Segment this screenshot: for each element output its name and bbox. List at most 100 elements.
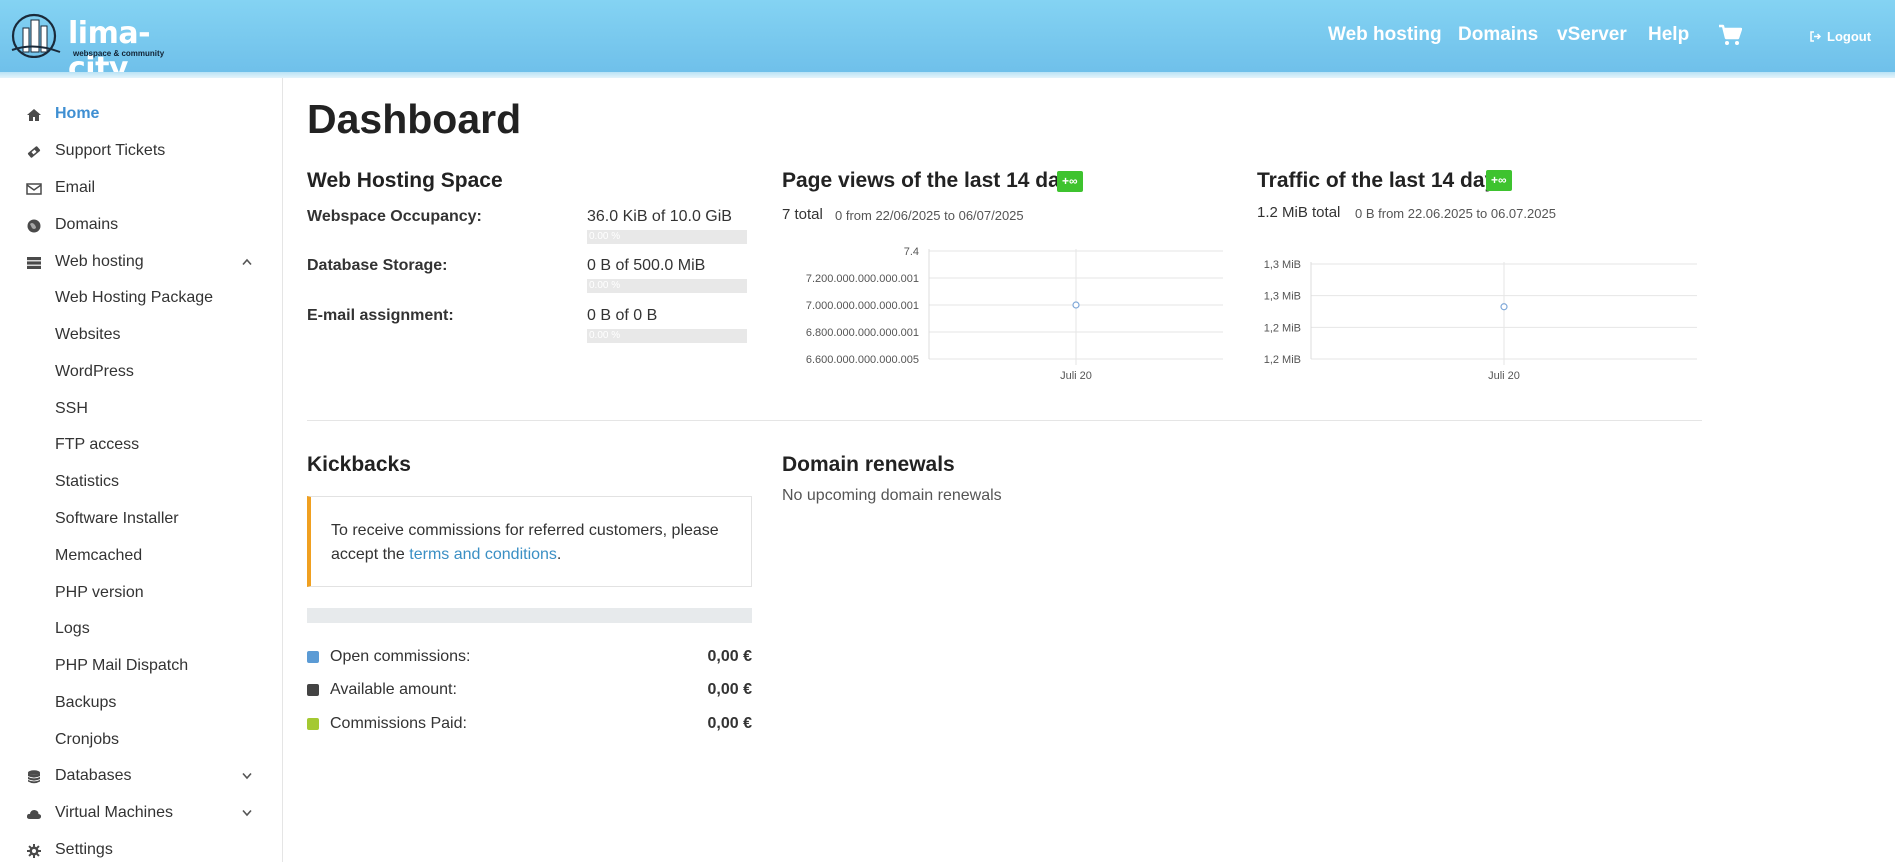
page-views-range: 0 from 22/06/2025 to 06/07/2025	[835, 208, 1024, 223]
page-views-chart-data-point[interactable]	[1072, 301, 1080, 309]
available-amount-row: Available amount: 0,00 €	[307, 679, 752, 703]
sidebar-subitem-logs[interactable]: Logs	[0, 614, 282, 644]
open-commissions-swatch	[307, 651, 319, 663]
logout-button[interactable]: Logout	[1810, 29, 1871, 44]
sidebar-subitem-ftp-access[interactable]: FTP access	[0, 430, 282, 460]
logo-subtitle: webspace & community	[73, 49, 165, 58]
nav-domains[interactable]: Domains	[1458, 24, 1538, 46]
top-header: lima-city webspace & community Web hosti…	[0, 0, 1895, 86]
sidebar-item-label: Virtual Machines	[55, 804, 173, 821]
email-progress-bar: 0.00 %	[587, 329, 747, 343]
email-progress-text: 0.00 %	[589, 330, 621, 341]
page-views-chart-ytick-label: 7.4	[904, 246, 919, 258]
open-commissions-value: 0,00 €	[707, 648, 752, 665]
sidebar-item-virtual-machines[interactable]: Virtual Machines	[0, 797, 282, 829]
sidebar-subitem-wordpress[interactable]: WordPress	[0, 357, 282, 387]
section-divider	[307, 420, 1702, 421]
open-commissions-row: Open commissions: 0,00 €	[307, 646, 752, 670]
page-views-chart: 7.4 7.200.000.000.000.001 7.000.000.000.00…	[806, 246, 1223, 382]
available-amount-swatch	[307, 684, 319, 696]
database-progress-bar: 0.00 %	[587, 279, 747, 293]
sidebar-item-databases[interactable]: Databases	[0, 760, 282, 792]
traffic-chart: 1,3 MiB 1,3 MiB 1,2 MiB 1,2 MiB Juli 20	[1264, 259, 1697, 382]
kickbacks-notice: To receive commissions for referred cust…	[307, 496, 752, 587]
sidebar-item-home[interactable]: Home	[0, 98, 282, 130]
sidebar-item-label: Databases	[55, 767, 132, 784]
ticket-icon	[27, 146, 41, 158]
logo[interactable]: lima-city webspace & community	[10, 12, 180, 86]
sidebar-item-settings[interactable]: Settings	[0, 834, 282, 862]
sidebar-item-label: Home	[55, 105, 100, 122]
available-amount-label: Available amount:	[330, 681, 457, 698]
traffic-total: 1.2 MiB total	[1257, 204, 1341, 221]
cloud-icon	[26, 810, 42, 819]
traffic-change-badge: +∞	[1486, 170, 1512, 191]
logout-icon	[1810, 31, 1821, 42]
sidebar-subitem-websites[interactable]: Websites	[0, 320, 282, 350]
email-assignment-value: 0 B of 0 B	[587, 307, 658, 324]
cart-icon[interactable]	[1718, 24, 1742, 46]
page-views-chart-ytick-label: 7.000.000.000.000.001	[806, 300, 919, 312]
sidebar-subitem-cronjobs[interactable]: Cronjobs	[0, 725, 282, 755]
globe-icon	[27, 219, 41, 233]
traffic-chart-ytick-label: 1,2 MiB	[1264, 322, 1301, 334]
email-assignment-label: E-mail assignment:	[307, 307, 454, 324]
page-views-change-badge: +∞	[1057, 171, 1083, 192]
commissions-bar	[307, 608, 752, 623]
nav-web-hosting[interactable]: Web hosting	[1328, 24, 1442, 46]
sidebar-item-support-tickets[interactable]: Support Tickets	[0, 135, 282, 167]
header-stripe	[0, 72, 1895, 78]
chevron-up-icon[interactable]	[242, 258, 252, 266]
sidebar-subitem-statistics[interactable]: Statistics	[0, 467, 282, 497]
logo-building-icon	[11, 13, 61, 58]
page-title: Dashboard	[307, 96, 522, 142]
sidebar-item-web-hosting[interactable]: Web hosting	[0, 246, 282, 278]
web-hosting-space-title: Web Hosting Space	[307, 169, 503, 192]
traffic-title: Traffic of the last 14 days	[1257, 169, 1508, 192]
terms-and-conditions-link[interactable]: terms and conditions	[409, 546, 557, 563]
traffic-chart-ytick-label: 1,3 MiB	[1264, 259, 1301, 271]
database-icon	[27, 770, 41, 784]
chevron-down-icon[interactable]	[242, 809, 252, 817]
page-views-title: Page views of the last 14 days	[782, 169, 1084, 192]
sidebar-subitem-memcached[interactable]: Memcached	[0, 541, 282, 571]
sidebar-subitem-web-hosting-package[interactable]: Web Hosting Package	[0, 283, 282, 313]
logout-label: Logout	[1827, 29, 1872, 44]
envelope-icon	[26, 183, 42, 195]
commissions-paid-value: 0,00 €	[707, 715, 752, 732]
available-amount-value: 0,00 €	[707, 681, 752, 698]
page-views-total: 7 total	[782, 206, 823, 223]
webspace-progress-text: 0.00 %	[589, 231, 621, 242]
sidebar-subitem-ssh[interactable]: SSH	[0, 394, 282, 424]
sidebar-subitem-software-installer[interactable]: Software Installer	[0, 504, 282, 534]
commissions-paid-row: Commissions Paid: 0,00 €	[307, 713, 752, 737]
commissions-paid-swatch	[307, 718, 319, 730]
traffic-chart-xtick-label: Juli 20	[1488, 370, 1520, 382]
home-icon	[27, 109, 41, 121]
server-icon	[27, 257, 41, 269]
sidebar-subitem-backups[interactable]: Backups	[0, 688, 282, 718]
sidebar-subitem-php-mail-dispatch[interactable]: PHP Mail Dispatch	[0, 651, 282, 681]
sidebar-item-label: Web hosting	[55, 253, 144, 270]
kickbacks-title: Kickbacks	[307, 453, 411, 476]
domain-renewals-title: Domain renewals	[782, 453, 955, 476]
webspace-progress-bar: 0.00 %	[587, 230, 747, 244]
page-views-chart-ytick-label: 6.800.000.000.000.001	[806, 327, 919, 339]
nav-help[interactable]: Help	[1648, 24, 1689, 46]
sidebar-item-label: Domains	[55, 216, 119, 233]
gear-icon	[27, 844, 41, 858]
sidebar-item-domains[interactable]: Domains	[0, 209, 282, 241]
database-progress-text: 0.00 %	[589, 280, 621, 291]
chevron-down-icon[interactable]	[242, 772, 252, 780]
nav-vserver[interactable]: vServer	[1557, 24, 1627, 46]
traffic-chart-data-point[interactable]	[1500, 303, 1508, 311]
sidebar-subitem-php-version[interactable]: PHP version	[0, 578, 282, 608]
sidebar-item-label: Email	[55, 179, 96, 196]
database-storage-value: 0 B of 500.0 MiB	[587, 257, 706, 274]
page-views-chart-xtick-label: Juli 20	[1060, 370, 1092, 382]
page-views-chart-ytick-label: 6.600.000.000.000.005	[806, 354, 919, 366]
webspace-occupancy-value: 36.0 KiB of 10.0 GiB	[587, 208, 732, 225]
traffic-chart-ytick-label: 1,3 MiB	[1264, 291, 1301, 303]
traffic-range: 0 B from 22.06.2025 to 06.07.2025	[1355, 206, 1556, 221]
sidebar-item-email[interactable]: Email	[0, 172, 282, 204]
